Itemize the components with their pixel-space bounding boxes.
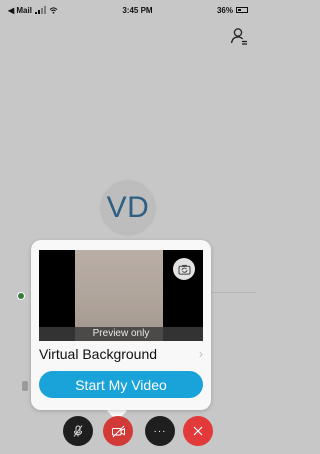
more-icon: ··· xyxy=(153,425,167,437)
video-preview: Preview only xyxy=(39,250,203,341)
chevron-right-icon: › xyxy=(199,347,203,361)
more-options-button[interactable]: ··· xyxy=(145,416,175,446)
battery-percent: 36% xyxy=(216,5,233,15)
battery-icon xyxy=(236,7,248,13)
start-my-video-button[interactable]: Start My Video xyxy=(39,371,203,398)
leave-meeting-button[interactable] xyxy=(183,416,213,446)
wifi-icon xyxy=(49,6,58,14)
virtual-background-row[interactable]: Virtual Background › xyxy=(39,344,203,364)
switch-camera-icon xyxy=(177,264,191,275)
video-off-icon xyxy=(111,425,125,437)
connection-status-dot xyxy=(17,292,25,300)
close-icon xyxy=(193,426,203,436)
participant-avatar: VD xyxy=(100,180,156,236)
status-right: 36% xyxy=(217,6,248,15)
side-handle[interactable] xyxy=(22,381,28,391)
preview-caption: Preview only xyxy=(39,327,203,341)
status-bar: ◀ Mail 3:45 PM 36% xyxy=(0,0,256,20)
avatar-initials: VD xyxy=(106,191,150,224)
back-to-mail-link[interactable]: ◀ Mail xyxy=(8,6,32,15)
start-video-button[interactable] xyxy=(103,416,133,446)
microphone-muted-icon xyxy=(73,425,83,437)
mute-button[interactable] xyxy=(63,416,93,446)
video-preview-popover: Preview only Virtual Background › Start … xyxy=(31,240,211,410)
virtual-background-label: Virtual Background xyxy=(39,346,158,362)
switch-camera-button[interactable] xyxy=(173,258,195,280)
status-left: ◀ Mail xyxy=(8,6,58,15)
participants-button[interactable] xyxy=(229,26,249,46)
clock-time: 3:45 PM xyxy=(122,5,153,15)
meeting-controls: ··· xyxy=(0,416,256,448)
participants-icon xyxy=(230,28,247,45)
cellular-signal-icon xyxy=(34,6,46,14)
